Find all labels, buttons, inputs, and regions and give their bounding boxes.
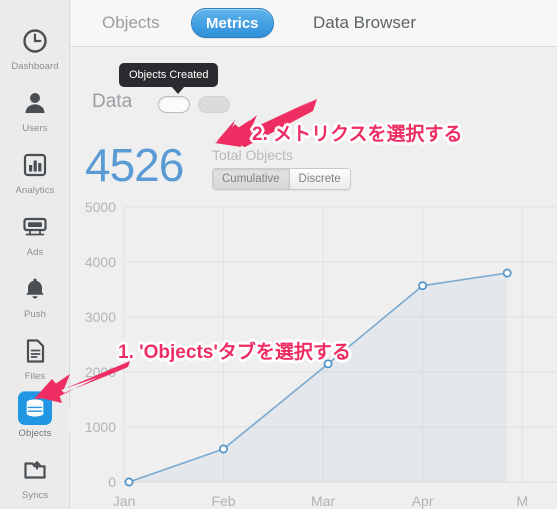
data-point[interactable] (124, 477, 134, 487)
document-icon (18, 334, 52, 368)
sidebar-item-label: Syncs (21, 490, 49, 501)
sidebar-item-label: Dashboard (11, 61, 59, 72)
annotation-step2: 2. メトリクスを選択する (252, 124, 463, 145)
billboard-icon (18, 210, 52, 244)
sidebar-item-label: Objects (18, 428, 52, 439)
y-tick-label: 2000 (85, 364, 116, 380)
toggle-secondary-metric[interactable] (198, 96, 230, 113)
sidebar-item-label: Files (24, 371, 46, 382)
tooltip-tail (171, 86, 185, 94)
tab-metrics[interactable]: Metrics (191, 8, 274, 38)
database-icon (18, 391, 52, 425)
y-tick-label: 4000 (85, 254, 116, 270)
data-point[interactable] (418, 281, 428, 291)
toggle-objects-created[interactable] (158, 96, 190, 113)
y-tick-label: 3000 (85, 309, 116, 325)
series-area-fill (129, 273, 508, 482)
cumulative-discrete-toggle[interactable]: Cumulative Discrete (212, 168, 351, 190)
sidebar-item-dashboard[interactable]: Dashboard (0, 24, 70, 86)
sidebar-item-label: Analytics (15, 185, 55, 196)
x-tick-label: Feb (211, 493, 235, 509)
sidebar-item-push[interactable]: Push (0, 272, 70, 334)
y-tick-label: 1000 (85, 419, 116, 435)
annotation-step1: 1. 'Objects'タブを選択する (118, 342, 351, 363)
sidebar-item-objects[interactable]: Objects (0, 391, 82, 453)
tab-objects[interactable]: Objects (88, 8, 174, 38)
tooltip-objects-created: Objects Created (119, 63, 219, 87)
x-tick-label: M (516, 493, 528, 509)
sidebar-item-analytics[interactable]: Analytics (0, 148, 70, 210)
sidebar-item-files[interactable]: Files (0, 334, 70, 396)
app-window: Dashboard Users Analytics Ads Push Files… (0, 0, 557, 509)
data-point[interactable] (502, 268, 512, 278)
data-point[interactable] (219, 444, 228, 454)
sidebar-item-label: Users (22, 123, 48, 134)
sidebar-item-label: Push (23, 309, 47, 320)
data-label: Data (92, 91, 133, 112)
big-number-total-objects: 4526 (85, 139, 184, 191)
sidebar: Dashboard Users Analytics Ads Push Files… (0, 0, 82, 509)
bar-chart-icon (18, 148, 52, 182)
x-tick-label: Jan (113, 493, 136, 509)
sidebar-item-syncs[interactable]: Syncs (0, 453, 70, 509)
sidebar-item-ads[interactable]: Ads (0, 210, 70, 272)
metrics-panel: Objects Created Data 4526 Total Objects … (71, 47, 557, 509)
metric-label: Total Objects (212, 147, 293, 163)
tab-data-browser[interactable]: Data Browser (299, 8, 430, 38)
bell-icon (18, 272, 52, 306)
tab-bar: Objects Metrics Data Browser (71, 0, 557, 47)
x-tick-label: Apr (412, 493, 434, 509)
person-icon (18, 86, 52, 120)
clock-icon (18, 24, 52, 58)
sidebar-item-label: Ads (26, 247, 44, 258)
folder-arrow-icon (18, 453, 52, 487)
segment-cumulative[interactable]: Cumulative (213, 169, 289, 189)
segment-discrete[interactable]: Discrete (288, 169, 350, 189)
sidebar-item-users[interactable]: Users (0, 86, 70, 148)
y-tick-label: 0 (108, 474, 116, 490)
x-tick-label: Mar (311, 493, 335, 509)
y-tick-label: 5000 (85, 199, 116, 215)
